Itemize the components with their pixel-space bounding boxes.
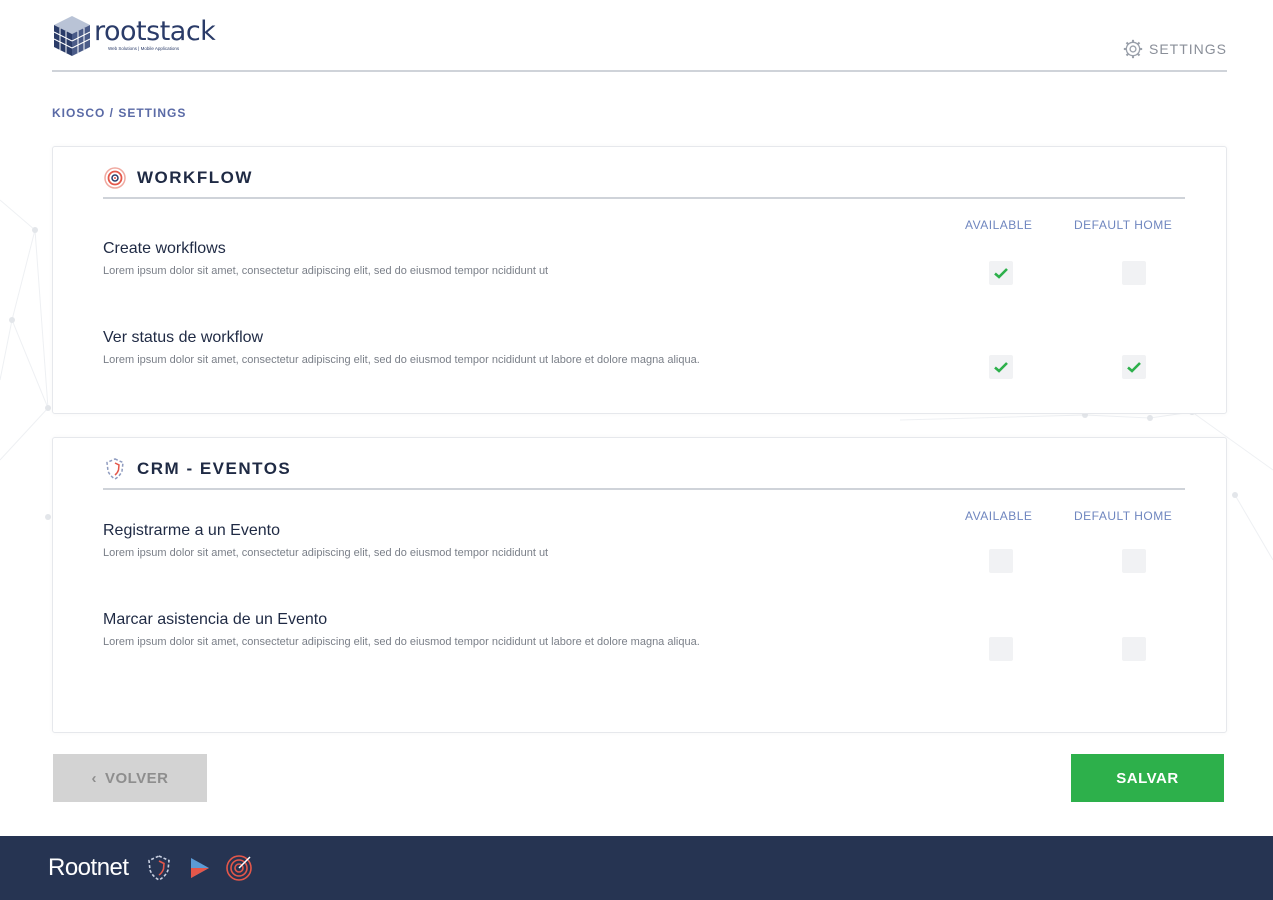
cube-logo-icon <box>53 16 91 56</box>
permission-description: Lorem ipsum dolor sit amet, consectetur … <box>103 354 700 366</box>
section-header: WORKFLOW <box>103 165 1185 199</box>
permission-title: Marcar asistencia de un Evento <box>103 611 328 628</box>
permission-title: Ver status de workflow <box>103 329 264 346</box>
save-button[interactable]: SALVAR <box>1071 754 1224 802</box>
target-icon[interactable] <box>223 852 255 884</box>
permission-description: Lorem ipsum dolor sit amet, consectetur … <box>103 636 700 648</box>
column-header-available: AVAILABLE <box>965 218 1033 232</box>
section-title: WORKFLOW <box>137 168 253 187</box>
footer-bar: Rootnet <box>0 836 1273 900</box>
back-button[interactable]: ‹ VOLVER <box>53 754 207 802</box>
play-icon[interactable] <box>183 852 215 884</box>
checkmark-icon <box>994 362 1008 373</box>
permission-row: Create workflows Lorem ipsum dolor sit a… <box>103 240 1185 279</box>
permission-row: Ver status de workflow Lorem ipsum dolor… <box>103 329 1185 368</box>
column-header-default-home: DEFAULT HOME <box>1074 509 1173 523</box>
permission-row: Marcar asistencia de un Evento Lorem ips… <box>103 611 1185 650</box>
default-home-checkbox[interactable] <box>1122 637 1146 661</box>
default-home-checkbox[interactable] <box>1122 355 1146 379</box>
permission-title: Registrarme a un Evento <box>103 522 280 539</box>
default-home-checkbox[interactable] <box>1122 549 1146 573</box>
footer-brand: Rootnet <box>48 854 129 881</box>
available-checkbox[interactable] <box>989 637 1013 661</box>
permission-row: Registrarme a un Evento Lorem ipsum dolo… <box>103 522 1185 561</box>
available-checkbox[interactable] <box>989 261 1013 285</box>
shield-icon <box>106 458 124 480</box>
logo-wordmark: rootstack <box>94 16 216 47</box>
default-home-checkbox[interactable] <box>1122 261 1146 285</box>
top-header: rootstack Web Solutions | Mobile Applica… <box>52 12 1227 72</box>
permission-title: Create workflows <box>103 240 226 257</box>
workflow-section-card: WORKFLOW AVAILABLE DEFAULT HOME Create w… <box>52 146 1227 414</box>
breadcrumb: KIOSCO / SETTINGS <box>52 106 187 120</box>
gear-icon <box>1123 39 1143 59</box>
checkmark-icon <box>1127 362 1141 373</box>
checkmark-icon <box>994 268 1008 279</box>
section-header: CRM - EVENTOS <box>103 456 1185 490</box>
section-title: CRM - EVENTOS <box>137 459 292 478</box>
settings-link[interactable]: SETTINGS <box>1123 39 1227 59</box>
column-header-default-home: DEFAULT HOME <box>1074 218 1173 232</box>
available-checkbox[interactable] <box>989 549 1013 573</box>
target-icon <box>104 167 126 189</box>
available-checkbox[interactable] <box>989 355 1013 379</box>
permission-description: Lorem ipsum dolor sit amet, consectetur … <box>103 265 549 277</box>
shield-icon[interactable] <box>143 852 175 884</box>
crm-eventos-section-card: CRM - EVENTOS AVAILABLE DEFAULT HOME Reg… <box>52 437 1227 733</box>
back-button-label: VOLVER <box>104 769 169 787</box>
settings-label: SETTINGS <box>1148 41 1227 57</box>
chevron-left-icon: ‹ <box>91 769 97 787</box>
permission-description: Lorem ipsum dolor sit amet, consectetur … <box>103 547 549 559</box>
rootstack-logo[interactable]: rootstack Web Solutions | Mobile Applica… <box>52 14 216 58</box>
column-header-available: AVAILABLE <box>965 509 1033 523</box>
